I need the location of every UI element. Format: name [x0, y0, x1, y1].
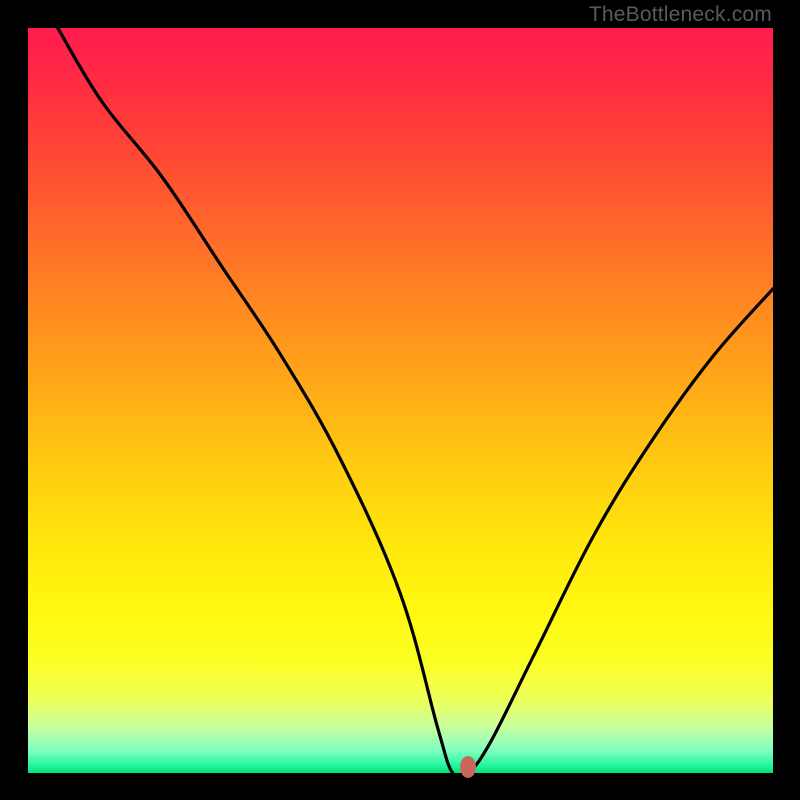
bottleneck-curve-path — [58, 28, 773, 773]
plot-area — [28, 28, 773, 773]
chart-frame: TheBottleneck.com — [0, 0, 800, 800]
curve-svg — [28, 28, 773, 773]
optimal-point-marker — [460, 756, 476, 778]
attribution-text: TheBottleneck.com — [589, 3, 772, 27]
